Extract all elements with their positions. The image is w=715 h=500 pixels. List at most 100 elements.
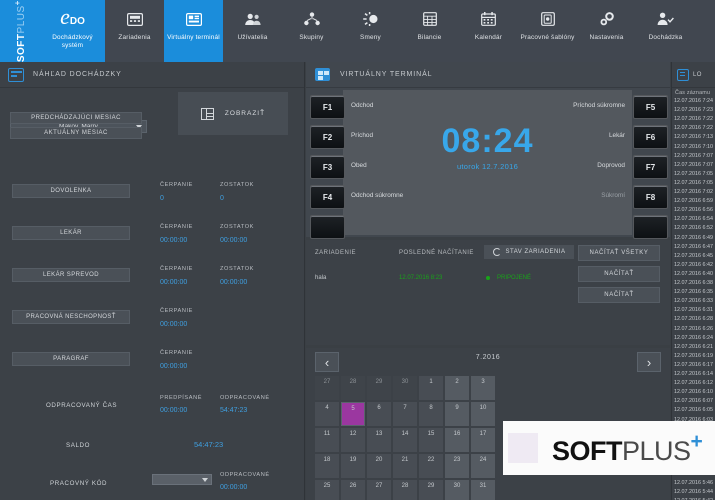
log-entry[interactable]: 12.07.2016 6:10 [674,389,713,395]
calendar-day-cell[interactable]: 13 [367,428,391,452]
log-entry[interactable]: 12.07.2016 6:28 [674,316,713,322]
log-entry[interactable]: 12.07.2016 7:13 [674,134,713,140]
calendar-day-cell[interactable]: 31 [471,480,495,500]
calendar-day-cell[interactable]: 30 [445,480,469,500]
log-entry[interactable]: 12.07.2016 6:56 [674,207,713,213]
calendar-day-cell[interactable]: 6 [367,402,391,426]
toolbar-item-work-templates[interactable]: Pracovné šablóny [518,0,577,62]
log-entry[interactable]: 12.07.2016 6:59 [674,198,713,204]
fkey-f8-button[interactable]: F8 [633,185,668,209]
toolbar-item-attendance-system[interactable]: eDO Dochádzkový systém [40,0,105,62]
row-button-doctor-escort[interactable]: LEKÁR SPREVOD [12,268,130,282]
toolbar-item-balance[interactable]: Bilancie [400,0,459,62]
calendar-day-cell[interactable]: 5 [341,402,365,426]
calendar-day-cell[interactable]: 27 [367,480,391,500]
log-entry[interactable]: 12.07.2016 6:42 [674,262,713,268]
log-entry[interactable]: 12.07.2016 6:38 [674,280,713,286]
calendar-day-cell[interactable]: 28 [341,376,365,400]
calendar-day-cell[interactable]: 25 [315,480,339,500]
calendar-day-cell[interactable]: 12 [341,428,365,452]
calendar-day-cell[interactable]: 23 [445,454,469,478]
calendar-day-cell[interactable]: 15 [419,428,443,452]
calendar-day-cell[interactable]: 19 [341,454,365,478]
row-button-paragraph[interactable]: PARAGRAF [12,352,130,366]
calendar-day-cell[interactable]: 27 [315,376,339,400]
log-entry[interactable]: 12.07.2016 6:14 [674,371,713,377]
calendar-day-cell[interactable]: 11 [315,428,339,452]
calendar-day-cell[interactable]: 10 [471,402,495,426]
calendar-day-cell[interactable]: 7 [393,402,417,426]
toolbar-item-groups[interactable]: Skupiny [282,0,341,62]
log-entry[interactable]: 12.07.2016 6:17 [674,362,713,368]
row-button-doctor[interactable]: LEKÁR [12,226,130,240]
log-entry[interactable]: 12.07.2016 7:07 [674,162,713,168]
log-entry[interactable]: 12.07.2016 5:46 [674,480,713,486]
log-entry[interactable]: 12.07.2016 7:22 [674,116,713,122]
calendar-day-cell[interactable]: 3 [471,376,495,400]
calendar-day-cell[interactable]: 26 [341,480,365,500]
toolbar-item-virtual-terminal[interactable]: Virtuálny terminál [164,0,223,62]
calendar-day-cell[interactable]: 22 [419,454,443,478]
log-entry[interactable]: 12.07.2016 7:02 [674,189,713,195]
log-entry[interactable]: 12.07.2016 6:19 [674,353,713,359]
log-entry[interactable]: 12.07.2016 6:40 [674,271,713,277]
toolbar-item-settings[interactable]: Nastavenia [577,0,636,62]
log-entry[interactable]: 12.07.2016 7:23 [674,107,713,113]
fkey-f1-button[interactable]: F1 [310,95,345,119]
calendar-day-cell[interactable]: 30 [393,376,417,400]
calendar-day-cell[interactable]: 1 [419,376,443,400]
toolbar-item-attendance[interactable]: Dochádzka [636,0,695,62]
log-entry[interactable]: 12.07.2016 6:24 [674,335,713,341]
fkey-f6-button[interactable]: F6 [633,125,668,149]
toolbar-item-transfer[interactable]: Prec [695,0,715,62]
calendar-day-cell[interactable]: 24 [471,454,495,478]
current-month-button[interactable]: AKTUÁLNY MESIAC [10,127,142,139]
log-entry[interactable]: 12.07.2016 6:35 [674,289,713,295]
row-button-vacation[interactable]: DOVOLENKA [12,184,130,198]
log-entry[interactable]: 12.07.2016 6:52 [674,225,713,231]
fkey-left-5-button[interactable] [310,215,345,239]
calendar-day-cell[interactable]: 17 [471,428,495,452]
toolbar-item-users[interactable]: Užívatelia [223,0,282,62]
log-entry[interactable]: 12.07.2016 7:07 [674,153,713,159]
calendar-day-cell[interactable]: 28 [393,480,417,500]
fkey-f2-button[interactable]: F2 [310,125,345,149]
calendar-day-cell[interactable]: 18 [315,454,339,478]
log-entry[interactable]: 12.07.2016 7:05 [674,171,713,177]
log-entry[interactable]: 12.07.2016 6:07 [674,398,713,404]
load-all-button[interactable]: NAČÍTAŤ VŠETKY [578,245,660,261]
load-button-2[interactable]: NAČÍTAŤ [578,287,660,303]
calendar-day-cell[interactable]: 16 [445,428,469,452]
log-entry[interactable]: 12.07.2016 7:10 [674,144,713,150]
log-entry[interactable]: 12.07.2016 6:33 [674,298,713,304]
calendar-day-cell[interactable]: 29 [419,480,443,500]
log-entry[interactable]: 12.07.2016 7:22 [674,125,713,131]
log-entry[interactable]: 12.07.2016 6:47 [674,244,713,250]
log-entry[interactable]: 12.07.2016 6:45 [674,253,713,259]
toolbar-item-devices[interactable]: Zariadenia [105,0,164,62]
calendar-day-cell[interactable]: 14 [393,428,417,452]
log-entry[interactable]: 12.07.2016 6:49 [674,235,713,241]
fkey-f5-button[interactable]: F5 [633,95,668,119]
log-entry[interactable]: 12.07.2016 7:05 [674,180,713,186]
log-entry[interactable]: 12.07.2016 5:44 [674,489,713,495]
fkey-f3-button[interactable]: F3 [310,155,345,179]
work-code-select[interactable] [152,474,212,485]
toolbar-item-shifts[interactable]: Smeny [341,0,400,62]
toolbar-item-calendar[interactable]: Kalendár [459,0,518,62]
calendar-day-cell[interactable]: 8 [419,402,443,426]
row-button-sick-leave[interactable]: PRACOVNÁ NESCHOPNOSŤ [12,310,130,324]
calendar-day-cell[interactable]: 29 [367,376,391,400]
calendar-day-cell[interactable]: 9 [445,402,469,426]
log-entry[interactable]: 12.07.2016 6:26 [674,326,713,332]
calendar-day-cell[interactable]: 4 [315,402,339,426]
log-entry[interactable]: 12.07.2016 6:31 [674,307,713,313]
log-entry[interactable]: 12.07.2016 6:21 [674,344,713,350]
log-entry[interactable]: 12.07.2016 7:24 [674,98,713,104]
show-button[interactable]: ZOBRAZIŤ [178,92,288,135]
log-entry[interactable]: 12.07.2016 6:54 [674,216,713,222]
load-button-1[interactable]: NAČÍTAŤ [578,266,660,282]
prev-month-button[interactable]: PREDCHÁDZAJÚCI MESIAC [10,112,142,124]
log-entry[interactable]: 12.07.2016 6:12 [674,380,713,386]
calendar-day-cell[interactable]: 2 [445,376,469,400]
